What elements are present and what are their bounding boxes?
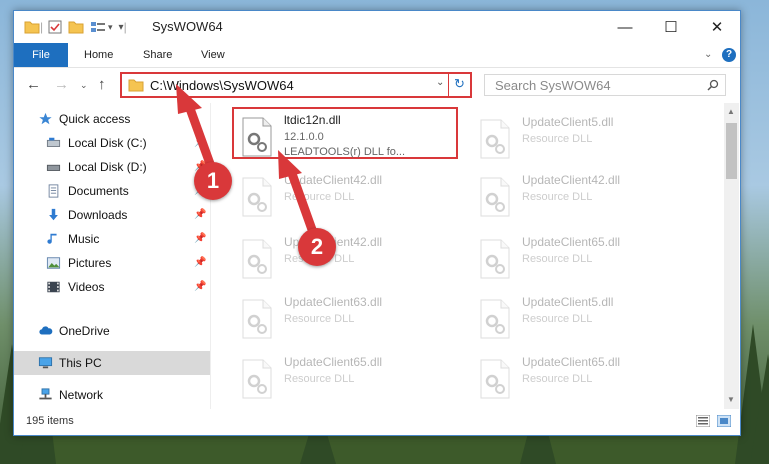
step-2-badge: 2 [298, 228, 336, 266]
annotation-arrows [176, 84, 320, 240]
arrow-to-address-bar [176, 84, 218, 174]
step-1-badge: 1 [194, 162, 232, 200]
arrow-to-dll-file [278, 150, 320, 240]
